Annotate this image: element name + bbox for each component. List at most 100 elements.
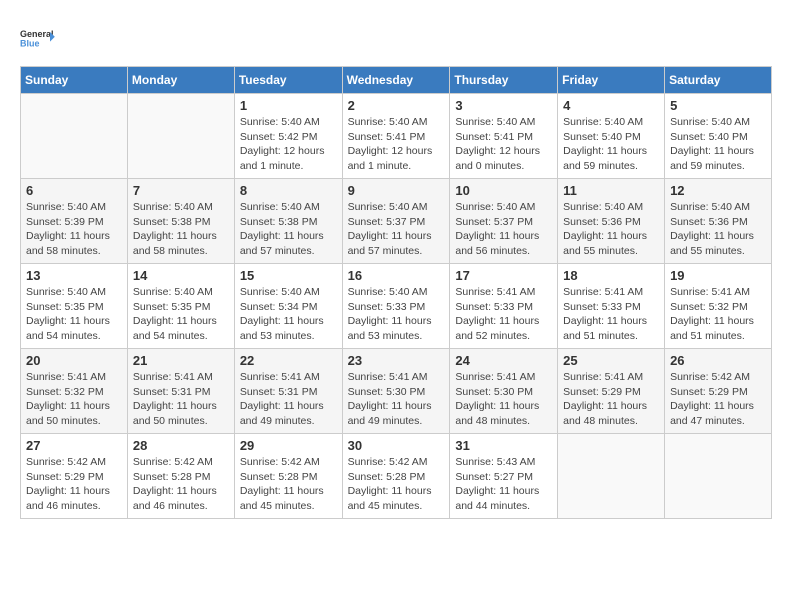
calendar-cell: 9 Sunrise: 5:40 AMSunset: 5:37 PMDaylight…: [342, 179, 450, 264]
day-number: 23: [348, 353, 445, 368]
calendar-cell: 28Sunrise: 5:42 AMSunset: 5:28 PMDayligh…: [127, 434, 234, 519]
col-header-monday: Monday: [127, 67, 234, 94]
day-info: Sunrise: 5:41 AMSunset: 5:33 PMDaylight:…: [563, 285, 659, 344]
calendar-cell: 27 Sunrise: 5:42 AMSunset: 5:29 PMDayligh…: [21, 434, 128, 519]
day-number: 31: [455, 438, 552, 453]
calendar-table: SundayMondayTuesdayWednesdayThursdayFrid…: [20, 66, 772, 519]
calendar-cell: 23 Sunrise: 5:41 AMSunset: 5:30 PMDayligh…: [342, 349, 450, 434]
day-info: Sunrise: 5:42 AMSunset: 5:28 PMDaylight:…: [240, 455, 337, 514]
calendar-cell: 30 Sunrise: 5:42 AMSunset: 5:28 PMDayligh…: [342, 434, 450, 519]
calendar-cell: 19 Sunrise: 5:41 AMSunset: 5:32 PMDayligh…: [665, 264, 772, 349]
day-number: 11: [563, 183, 659, 198]
day-info: Sunrise: 5:41 AMSunset: 5:29 PMDaylight:…: [563, 370, 659, 429]
calendar-cell: 25 Sunrise: 5:41 AMSunset: 5:29 PMDayligh…: [558, 349, 665, 434]
week-row-2: 6 Sunrise: 5:40 AMSunset: 5:39 PMDaylight…: [21, 179, 772, 264]
calendar-cell: [558, 434, 665, 519]
calendar-cell: 12 Sunrise: 5:40 AMSunset: 5:36 PMDayligh…: [665, 179, 772, 264]
col-header-wednesday: Wednesday: [342, 67, 450, 94]
week-row-5: 27 Sunrise: 5:42 AMSunset: 5:29 PMDayligh…: [21, 434, 772, 519]
calendar-cell: 31 Sunrise: 5:43 AMSunset: 5:27 PMDayligh…: [450, 434, 558, 519]
day-number: 29: [240, 438, 337, 453]
calendar-cell: 1 Sunrise: 5:40 AMSunset: 5:42 PMDaylight…: [234, 94, 342, 179]
calendar-cell: 15Sunrise: 5:40 AMSunset: 5:34 PMDayligh…: [234, 264, 342, 349]
day-number: 8: [240, 183, 337, 198]
day-info: Sunrise: 5:42 AMSunset: 5:28 PMDaylight:…: [348, 455, 445, 514]
day-info: Sunrise: 5:41 AMSunset: 5:30 PMDaylight:…: [455, 370, 552, 429]
week-row-1: 1 Sunrise: 5:40 AMSunset: 5:42 PMDaylight…: [21, 94, 772, 179]
day-number: 17: [455, 268, 552, 283]
day-info: Sunrise: 5:40 AMSunset: 5:35 PMDaylight:…: [133, 285, 229, 344]
day-number: 12: [670, 183, 766, 198]
day-number: 4: [563, 98, 659, 113]
day-info: Sunrise: 5:41 AMSunset: 5:31 PMDaylight:…: [240, 370, 337, 429]
calendar-cell: 8 Sunrise: 5:40 AMSunset: 5:38 PMDaylight…: [234, 179, 342, 264]
col-header-sunday: Sunday: [21, 67, 128, 94]
day-number: 1: [240, 98, 337, 113]
calendar-cell: 20 Sunrise: 5:41 AMSunset: 5:32 PMDayligh…: [21, 349, 128, 434]
day-info: Sunrise: 5:40 AMSunset: 5:35 PMDaylight:…: [26, 285, 122, 344]
calendar-cell: 5Sunrise: 5:40 AMSunset: 5:40 PMDaylight…: [665, 94, 772, 179]
calendar-cell: 17Sunrise: 5:41 AMSunset: 5:33 PMDayligh…: [450, 264, 558, 349]
day-info: Sunrise: 5:41 AMSunset: 5:31 PMDaylight:…: [133, 370, 229, 429]
day-number: 22: [240, 353, 337, 368]
day-info: Sunrise: 5:40 AMSunset: 5:39 PMDaylight:…: [26, 200, 122, 259]
day-number: 9: [348, 183, 445, 198]
day-info: Sunrise: 5:41 AMSunset: 5:30 PMDaylight:…: [348, 370, 445, 429]
calendar-cell: 6 Sunrise: 5:40 AMSunset: 5:39 PMDaylight…: [21, 179, 128, 264]
day-number: 6: [26, 183, 122, 198]
col-header-friday: Friday: [558, 67, 665, 94]
day-info: Sunrise: 5:40 AMSunset: 5:36 PMDaylight:…: [563, 200, 659, 259]
day-number: 7: [133, 183, 229, 198]
day-number: 19: [670, 268, 766, 283]
day-number: 26: [670, 353, 766, 368]
calendar-cell: 18Sunrise: 5:41 AMSunset: 5:33 PMDayligh…: [558, 264, 665, 349]
calendar-cell: 14Sunrise: 5:40 AMSunset: 5:35 PMDayligh…: [127, 264, 234, 349]
day-info: Sunrise: 5:41 AMSunset: 5:32 PMDaylight:…: [670, 285, 766, 344]
calendar-cell: 16 Sunrise: 5:40 AMSunset: 5:33 PMDayligh…: [342, 264, 450, 349]
day-info: Sunrise: 5:40 AMSunset: 5:40 PMDaylight:…: [563, 115, 659, 174]
calendar-cell: 11 Sunrise: 5:40 AMSunset: 5:36 PMDayligh…: [558, 179, 665, 264]
week-row-4: 20 Sunrise: 5:41 AMSunset: 5:32 PMDayligh…: [21, 349, 772, 434]
day-info: Sunrise: 5:42 AMSunset: 5:29 PMDaylight:…: [26, 455, 122, 514]
day-number: 30: [348, 438, 445, 453]
col-header-saturday: Saturday: [665, 67, 772, 94]
day-number: 24: [455, 353, 552, 368]
col-header-tuesday: Tuesday: [234, 67, 342, 94]
day-number: 3: [455, 98, 552, 113]
day-info: Sunrise: 5:40 AMSunset: 5:36 PMDaylight:…: [670, 200, 766, 259]
day-info: Sunrise: 5:40 AMSunset: 5:42 PMDaylight:…: [240, 115, 337, 174]
day-number: 25: [563, 353, 659, 368]
day-info: Sunrise: 5:40 AMSunset: 5:41 PMDaylight:…: [348, 115, 445, 174]
day-number: 2: [348, 98, 445, 113]
day-number: 21: [133, 353, 229, 368]
day-info: Sunrise: 5:40 AMSunset: 5:38 PMDaylight:…: [240, 200, 337, 259]
calendar-cell: 10Sunrise: 5:40 AMSunset: 5:37 PMDayligh…: [450, 179, 558, 264]
day-number: 20: [26, 353, 122, 368]
day-info: Sunrise: 5:43 AMSunset: 5:27 PMDaylight:…: [455, 455, 552, 514]
day-info: Sunrise: 5:40 AMSunset: 5:33 PMDaylight:…: [348, 285, 445, 344]
day-info: Sunrise: 5:40 AMSunset: 5:37 PMDaylight:…: [348, 200, 445, 259]
day-number: 16: [348, 268, 445, 283]
day-number: 15: [240, 268, 337, 283]
week-row-3: 13 Sunrise: 5:40 AMSunset: 5:35 PMDayligh…: [21, 264, 772, 349]
calendar-cell: 7Sunrise: 5:40 AMSunset: 5:38 PMDaylight…: [127, 179, 234, 264]
day-info: Sunrise: 5:41 AMSunset: 5:32 PMDaylight:…: [26, 370, 122, 429]
day-number: 28: [133, 438, 229, 453]
calendar-cell: [21, 94, 128, 179]
day-number: 5: [670, 98, 766, 113]
day-info: Sunrise: 5:40 AMSunset: 5:37 PMDaylight:…: [455, 200, 552, 259]
calendar-cell: 13 Sunrise: 5:40 AMSunset: 5:35 PMDayligh…: [21, 264, 128, 349]
day-number: 27: [26, 438, 122, 453]
calendar-cell: 3Sunrise: 5:40 AMSunset: 5:41 PMDaylight…: [450, 94, 558, 179]
logo: General Blue: [20, 20, 56, 56]
day-number: 13: [26, 268, 122, 283]
calendar-cell: [665, 434, 772, 519]
calendar-cell: 21 Sunrise: 5:41 AMSunset: 5:31 PMDayligh…: [127, 349, 234, 434]
calendar-body: 1 Sunrise: 5:40 AMSunset: 5:42 PMDaylight…: [21, 94, 772, 519]
logo-svg: General Blue: [20, 20, 56, 56]
header-row: SundayMondayTuesdayWednesdayThursdayFrid…: [21, 67, 772, 94]
header: General Blue: [20, 20, 772, 56]
calendar-header: SundayMondayTuesdayWednesdayThursdayFrid…: [21, 67, 772, 94]
calendar-cell: 29 Sunrise: 5:42 AMSunset: 5:28 PMDayligh…: [234, 434, 342, 519]
calendar-cell: 22 Sunrise: 5:41 AMSunset: 5:31 PMDayligh…: [234, 349, 342, 434]
